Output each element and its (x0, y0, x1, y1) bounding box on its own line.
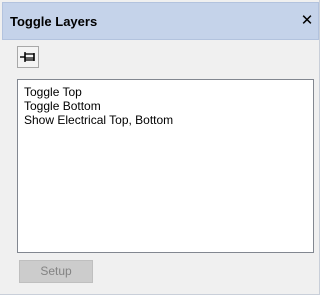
panel-title-bar[interactable]: Toggle Layers ✕ (2, 2, 319, 40)
toggle-layers-panel: Toggle Layers ✕ Toggle Top Toggle Bottom… (0, 0, 320, 295)
list-item-show-electrical[interactable]: Show Electrical Top, Bottom (18, 113, 313, 127)
list-item-toggle-top[interactable]: Toggle Top (18, 85, 313, 99)
layers-list[interactable]: Toggle Top Toggle Bottom Show Electrical… (17, 79, 314, 253)
setup-button[interactable]: Setup (19, 260, 93, 283)
close-icon[interactable]: ✕ (299, 11, 315, 31)
pin-button[interactable] (17, 46, 39, 68)
list-item-toggle-bottom[interactable]: Toggle Bottom (18, 99, 313, 113)
panel-title: Toggle Layers (10, 14, 98, 29)
pin-icon (20, 52, 35, 62)
